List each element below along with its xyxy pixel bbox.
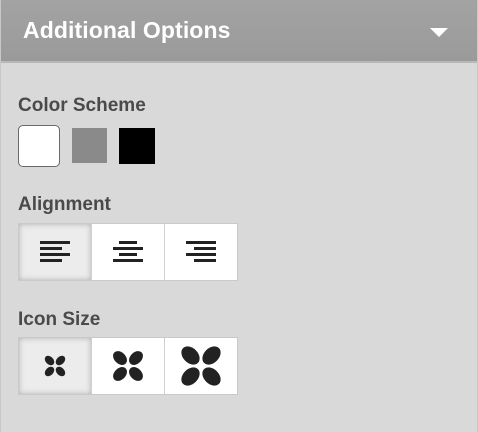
icon-size-large-button[interactable] <box>165 338 237 394</box>
color-scheme-label: Color Scheme <box>18 95 146 116</box>
align-center-icon <box>113 241 143 263</box>
align-center-button[interactable] <box>92 224 165 280</box>
alignment-label: Alignment <box>18 194 111 215</box>
align-left-icon <box>40 241 70 263</box>
flower-small-icon <box>44 355 66 377</box>
additional-options-panel: Additional Options Color Scheme Alignmen… <box>0 0 478 432</box>
color-swatch-white[interactable] <box>18 125 60 167</box>
icon-size-label: Icon Size <box>18 309 101 330</box>
icon-size-button-group <box>18 337 238 395</box>
align-left-button[interactable] <box>19 224 92 280</box>
icon-size-small-button[interactable] <box>19 338 92 394</box>
alignment-button-group <box>18 223 238 281</box>
flower-large-icon <box>181 346 221 386</box>
align-right-button[interactable] <box>165 224 237 280</box>
panel-title: Additional Options <box>23 17 231 43</box>
chevron-down-icon[interactable] <box>430 28 448 37</box>
flower-medium-icon <box>113 351 143 381</box>
additional-options-header[interactable]: Additional Options <box>1 0 477 63</box>
icon-size-medium-button[interactable] <box>92 338 165 394</box>
color-swatch-black[interactable] <box>119 128 155 164</box>
color-swatch-gray[interactable] <box>72 128 107 163</box>
align-right-icon <box>186 241 216 263</box>
